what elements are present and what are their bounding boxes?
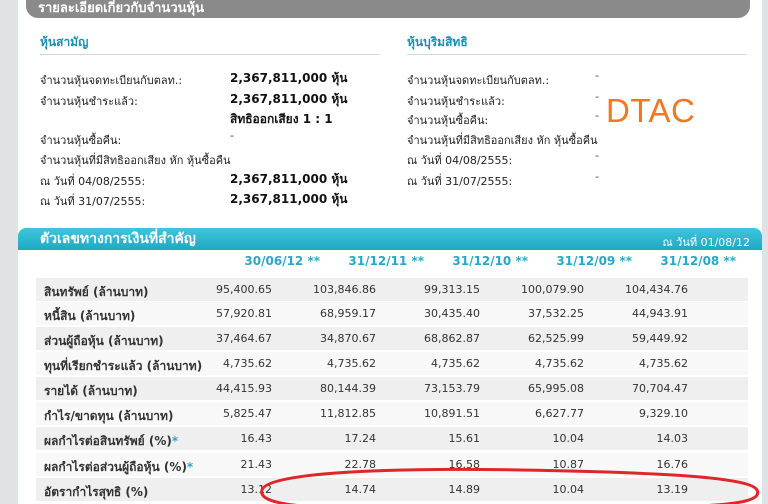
annotation-ellipse	[260, 467, 760, 504]
